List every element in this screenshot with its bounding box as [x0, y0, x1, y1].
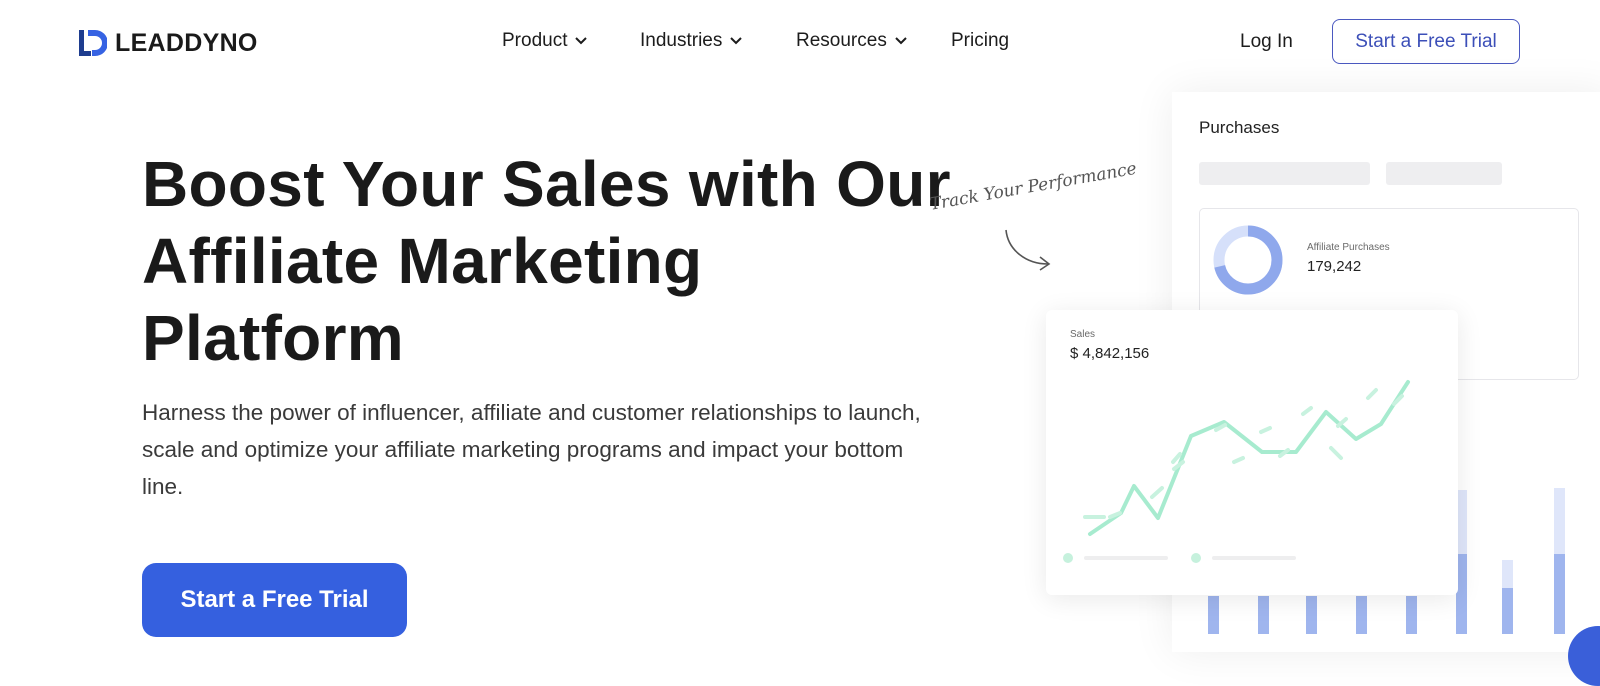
nav-industries[interactable]: Industries: [640, 30, 743, 52]
affiliate-purchases-label: Affiliate Purchases: [1307, 242, 1390, 253]
nav-industries-label: Industries: [640, 30, 723, 51]
sales-label: Sales: [1070, 329, 1096, 340]
hero-subtitle: Harness the power of influencer, affilia…: [142, 400, 921, 499]
chevron-down-icon: [730, 37, 743, 45]
nav-pricing-label: Pricing: [951, 30, 1010, 51]
nav-pricing[interactable]: Pricing: [951, 30, 1009, 52]
hero-free-trial-button[interactable]: Start a Free Trial: [142, 563, 407, 637]
logo[interactable]: LEADDYNO: [79, 28, 258, 58]
hero-title: Boost Your Sales with Our Affiliate Mark…: [142, 148, 951, 374]
site-header: LEADDYNO Product Industries Resources Pr…: [0, 0, 1600, 86]
nav-product[interactable]: Product: [502, 30, 588, 52]
curved-arrow-icon: [1005, 229, 1051, 271]
donut-chart-icon: [1213, 225, 1283, 295]
skeleton-bar: [1386, 162, 1502, 185]
chevron-down-icon: [895, 37, 907, 45]
header-free-trial-button[interactable]: Start a Free Trial: [1332, 19, 1520, 64]
nav-product-label: Product: [502, 30, 568, 51]
skeleton-bar: [1199, 162, 1370, 185]
purchases-title: Purchases: [1199, 118, 1280, 137]
nav-resources[interactable]: Resources: [796, 30, 907, 52]
login-link[interactable]: Log In: [1240, 31, 1293, 53]
sales-value: $ 4,842,156: [1070, 345, 1150, 362]
sales-line-chart: [1063, 380, 1410, 563]
affiliate-purchases-value: 179,242: [1307, 258, 1362, 275]
nav-resources-label: Resources: [796, 30, 887, 51]
chevron-down-icon: [575, 37, 588, 45]
leaddyno-logo-icon: [79, 30, 107, 56]
logo-text: LEADDYNO: [115, 28, 258, 57]
